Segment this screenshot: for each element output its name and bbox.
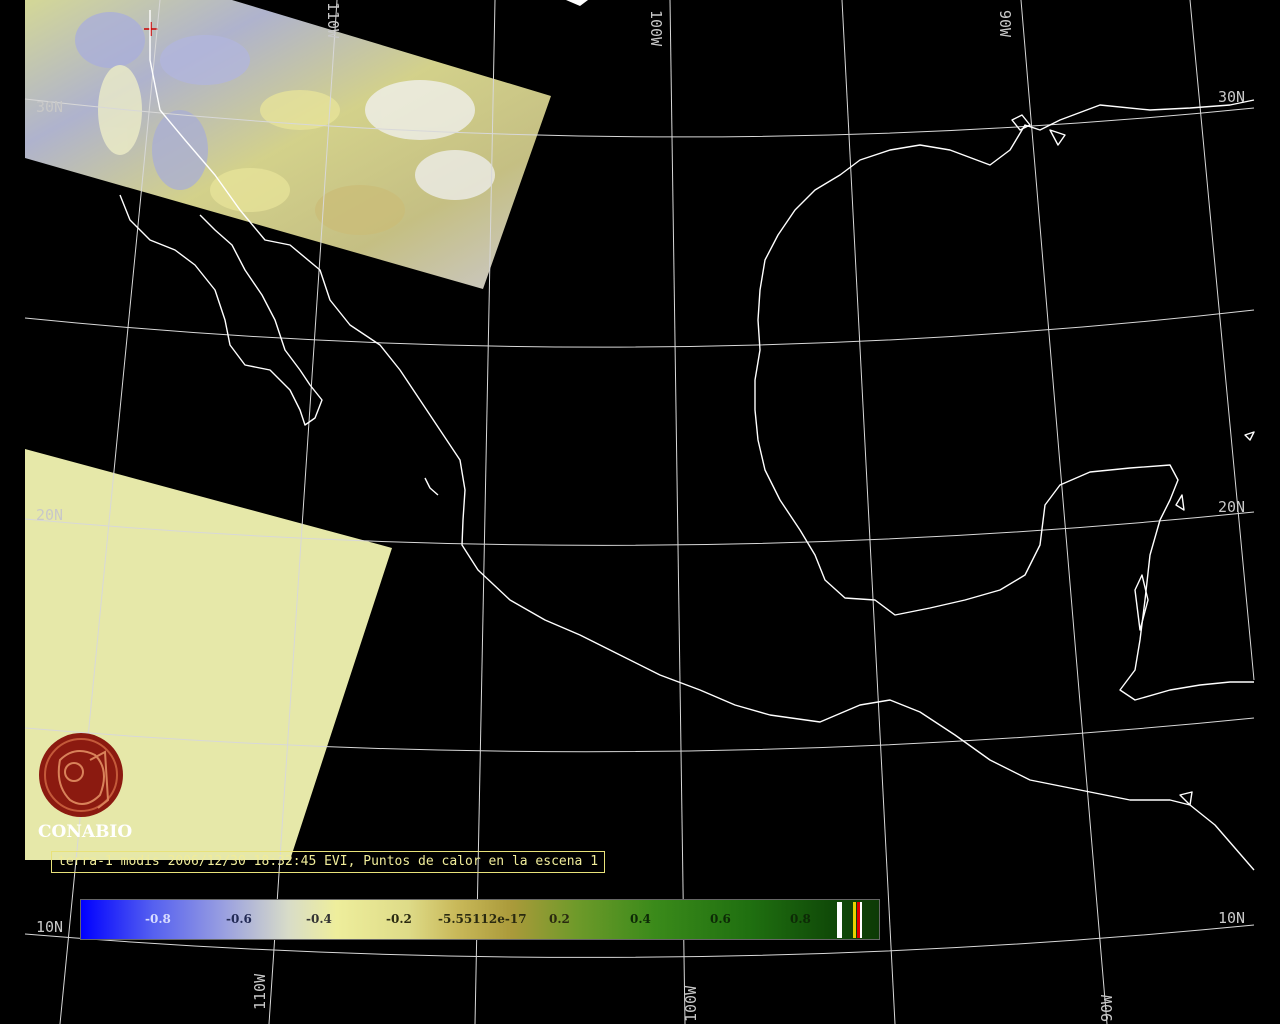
colorbar-tick: -0.6 bbox=[226, 912, 252, 926]
colorbar-tick: 0.2 bbox=[549, 912, 570, 926]
lat-label-10n-right: 10N bbox=[1218, 909, 1245, 927]
colorbar-tick: -0.4 bbox=[306, 912, 332, 926]
colorbar-tick: -5.55112e-17 bbox=[438, 912, 527, 926]
lat-line-25n bbox=[24, 309, 1255, 348]
colorbar-flag-white-2 bbox=[860, 902, 862, 938]
conabio-logo-text: CONABIO bbox=[38, 822, 133, 842]
lon-label-110w-top: 110W bbox=[324, 2, 342, 39]
colorbar-flag-white bbox=[837, 902, 842, 938]
lat-label-10n-left: 10N bbox=[36, 918, 63, 936]
colorbar-tick: 0.8 bbox=[790, 912, 811, 926]
lon-label-90w-bottom: 90W bbox=[1098, 994, 1116, 1022]
lat-label-30n-right: 30N bbox=[1218, 88, 1245, 106]
lon-label-90w-top: 90W bbox=[996, 10, 1014, 38]
lon-label-100w-bottom: 100W bbox=[682, 985, 700, 1022]
lon-line-100w bbox=[669, 0, 686, 1024]
swath-fragment bbox=[566, 0, 588, 6]
lat-label-20n-left: 20N bbox=[36, 506, 63, 524]
colorbar-tick: 0.4 bbox=[630, 912, 651, 926]
coastline-gulf-of-mexico bbox=[754, 99, 1255, 701]
lon-label-110w-bottom: 110W bbox=[251, 973, 269, 1010]
lat-label-30n-left: 30N bbox=[36, 98, 63, 116]
lon-line-95w bbox=[841, 0, 896, 1024]
colorbar-tick: -0.8 bbox=[145, 912, 171, 926]
lon-label-100w-top: 100W bbox=[647, 10, 665, 47]
colorbar-tick: 0.6 bbox=[710, 912, 731, 926]
image-caption: terra-1 modis 2006/12/30 18:32:45 EVI, P… bbox=[51, 851, 606, 873]
lon-line-90w bbox=[1020, 0, 1108, 1024]
colorbar-flag-yellow bbox=[853, 902, 856, 938]
evi-colorbar: -0.8 -0.6 -0.4 -0.2 -5.55112e-17 0.2 0.4… bbox=[80, 899, 880, 940]
conabio-logo-icon bbox=[39, 733, 123, 817]
lat-label-20n-right: 20N bbox=[1218, 498, 1245, 516]
colorbar-tick: -0.2 bbox=[386, 912, 412, 926]
